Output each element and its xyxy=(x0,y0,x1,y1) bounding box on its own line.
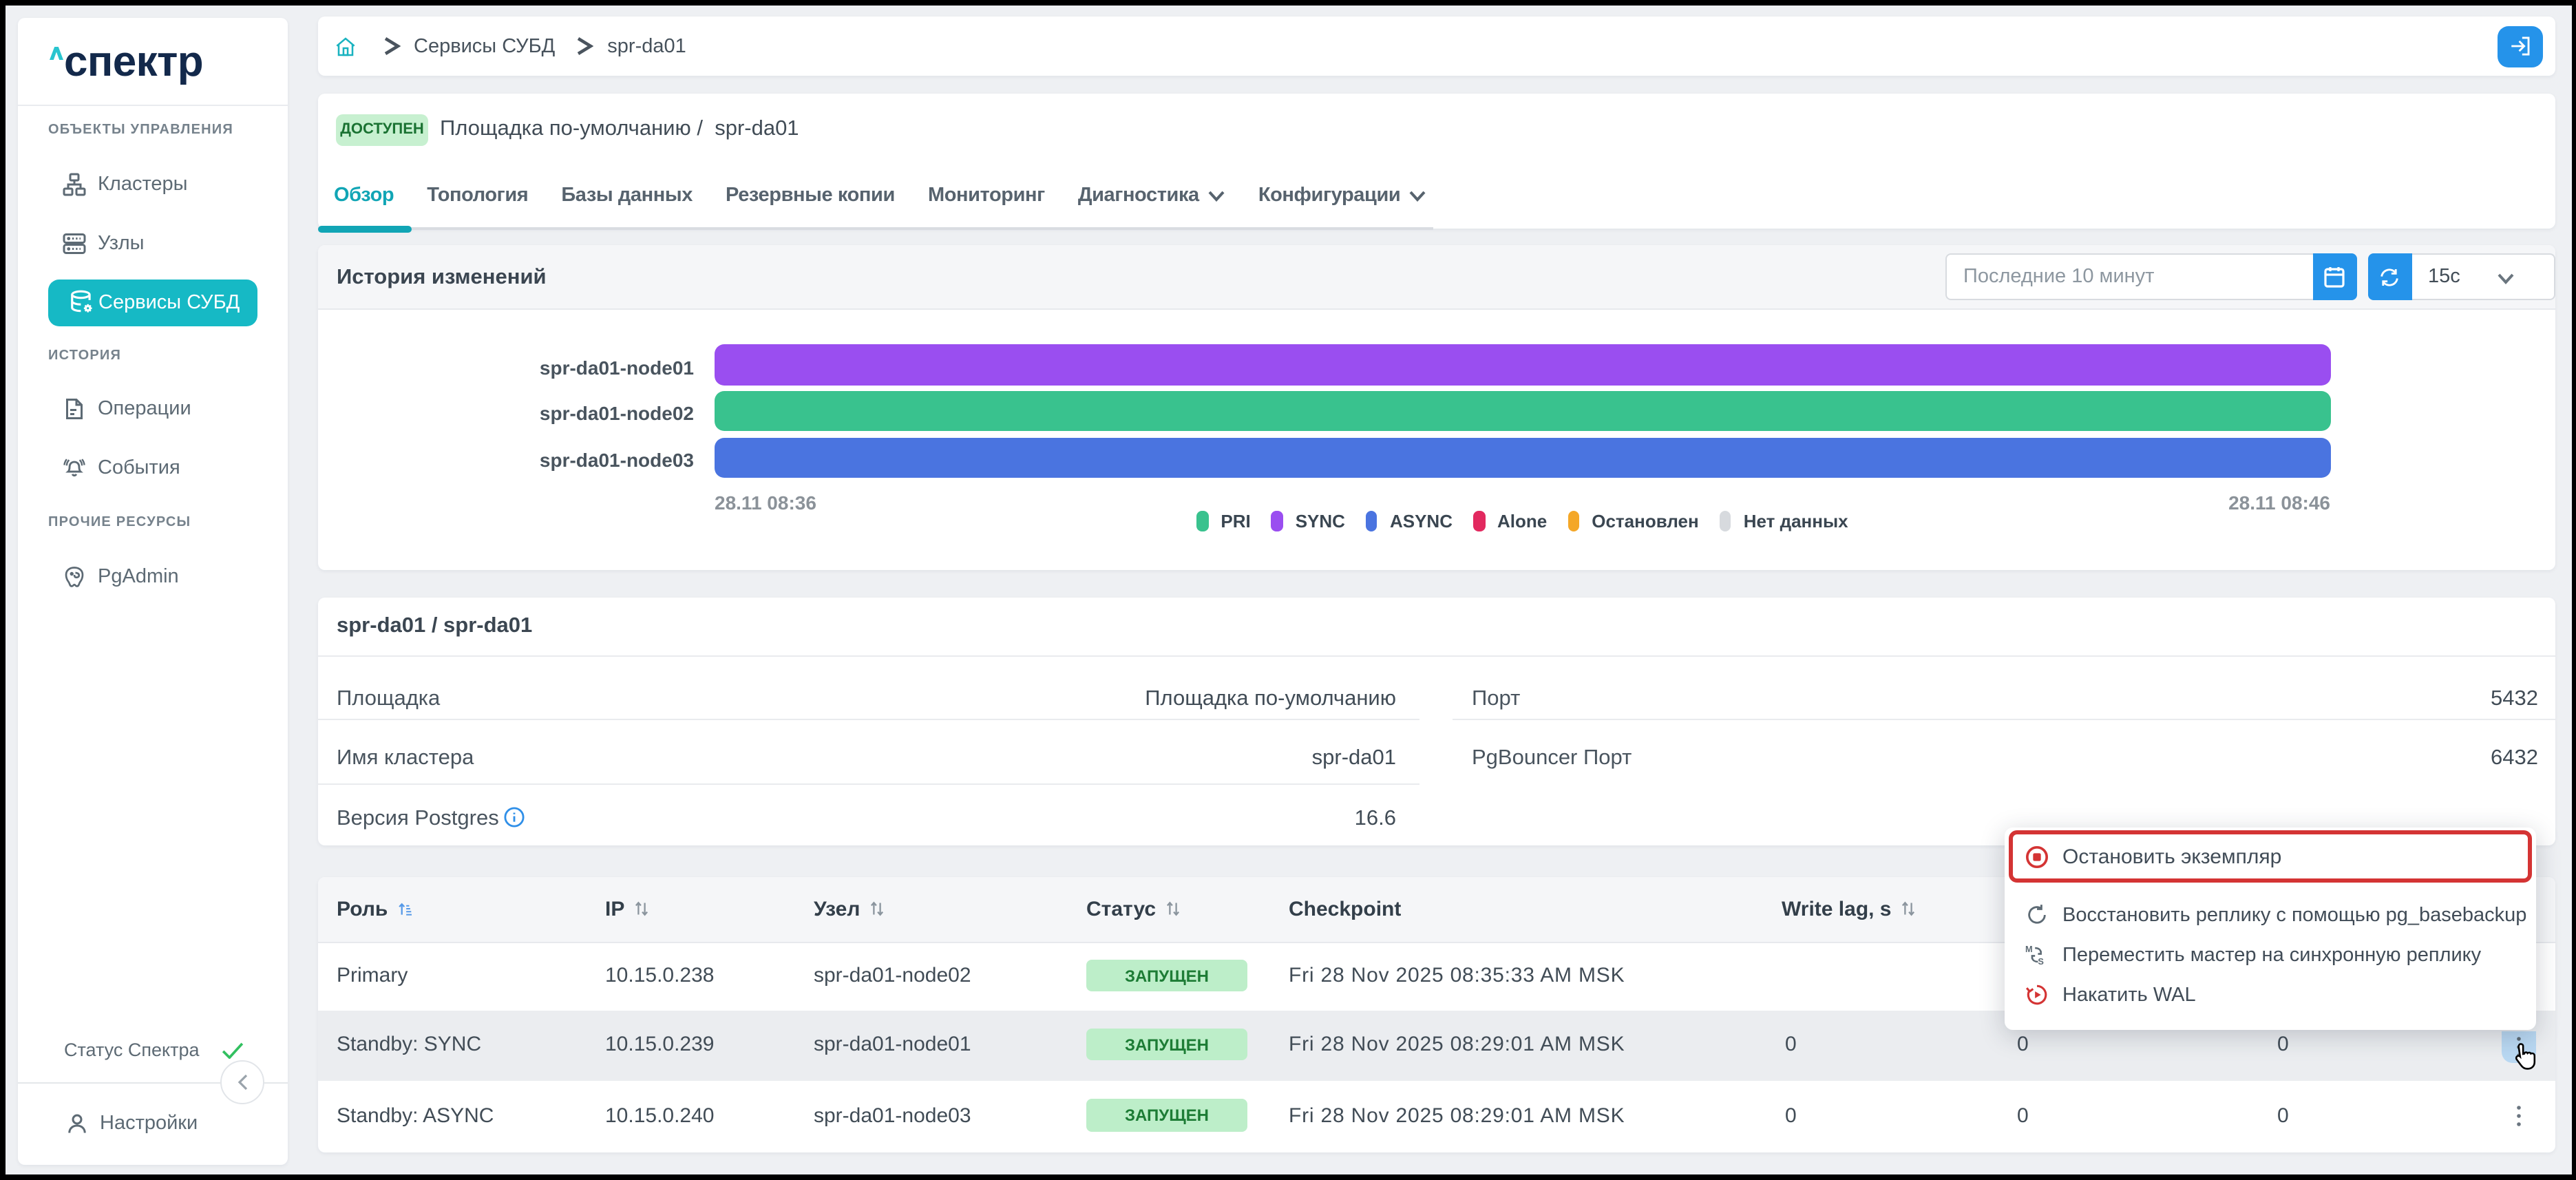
svg-text:S: S xyxy=(2038,956,2044,967)
svg-text:M: M xyxy=(2025,944,2033,954)
